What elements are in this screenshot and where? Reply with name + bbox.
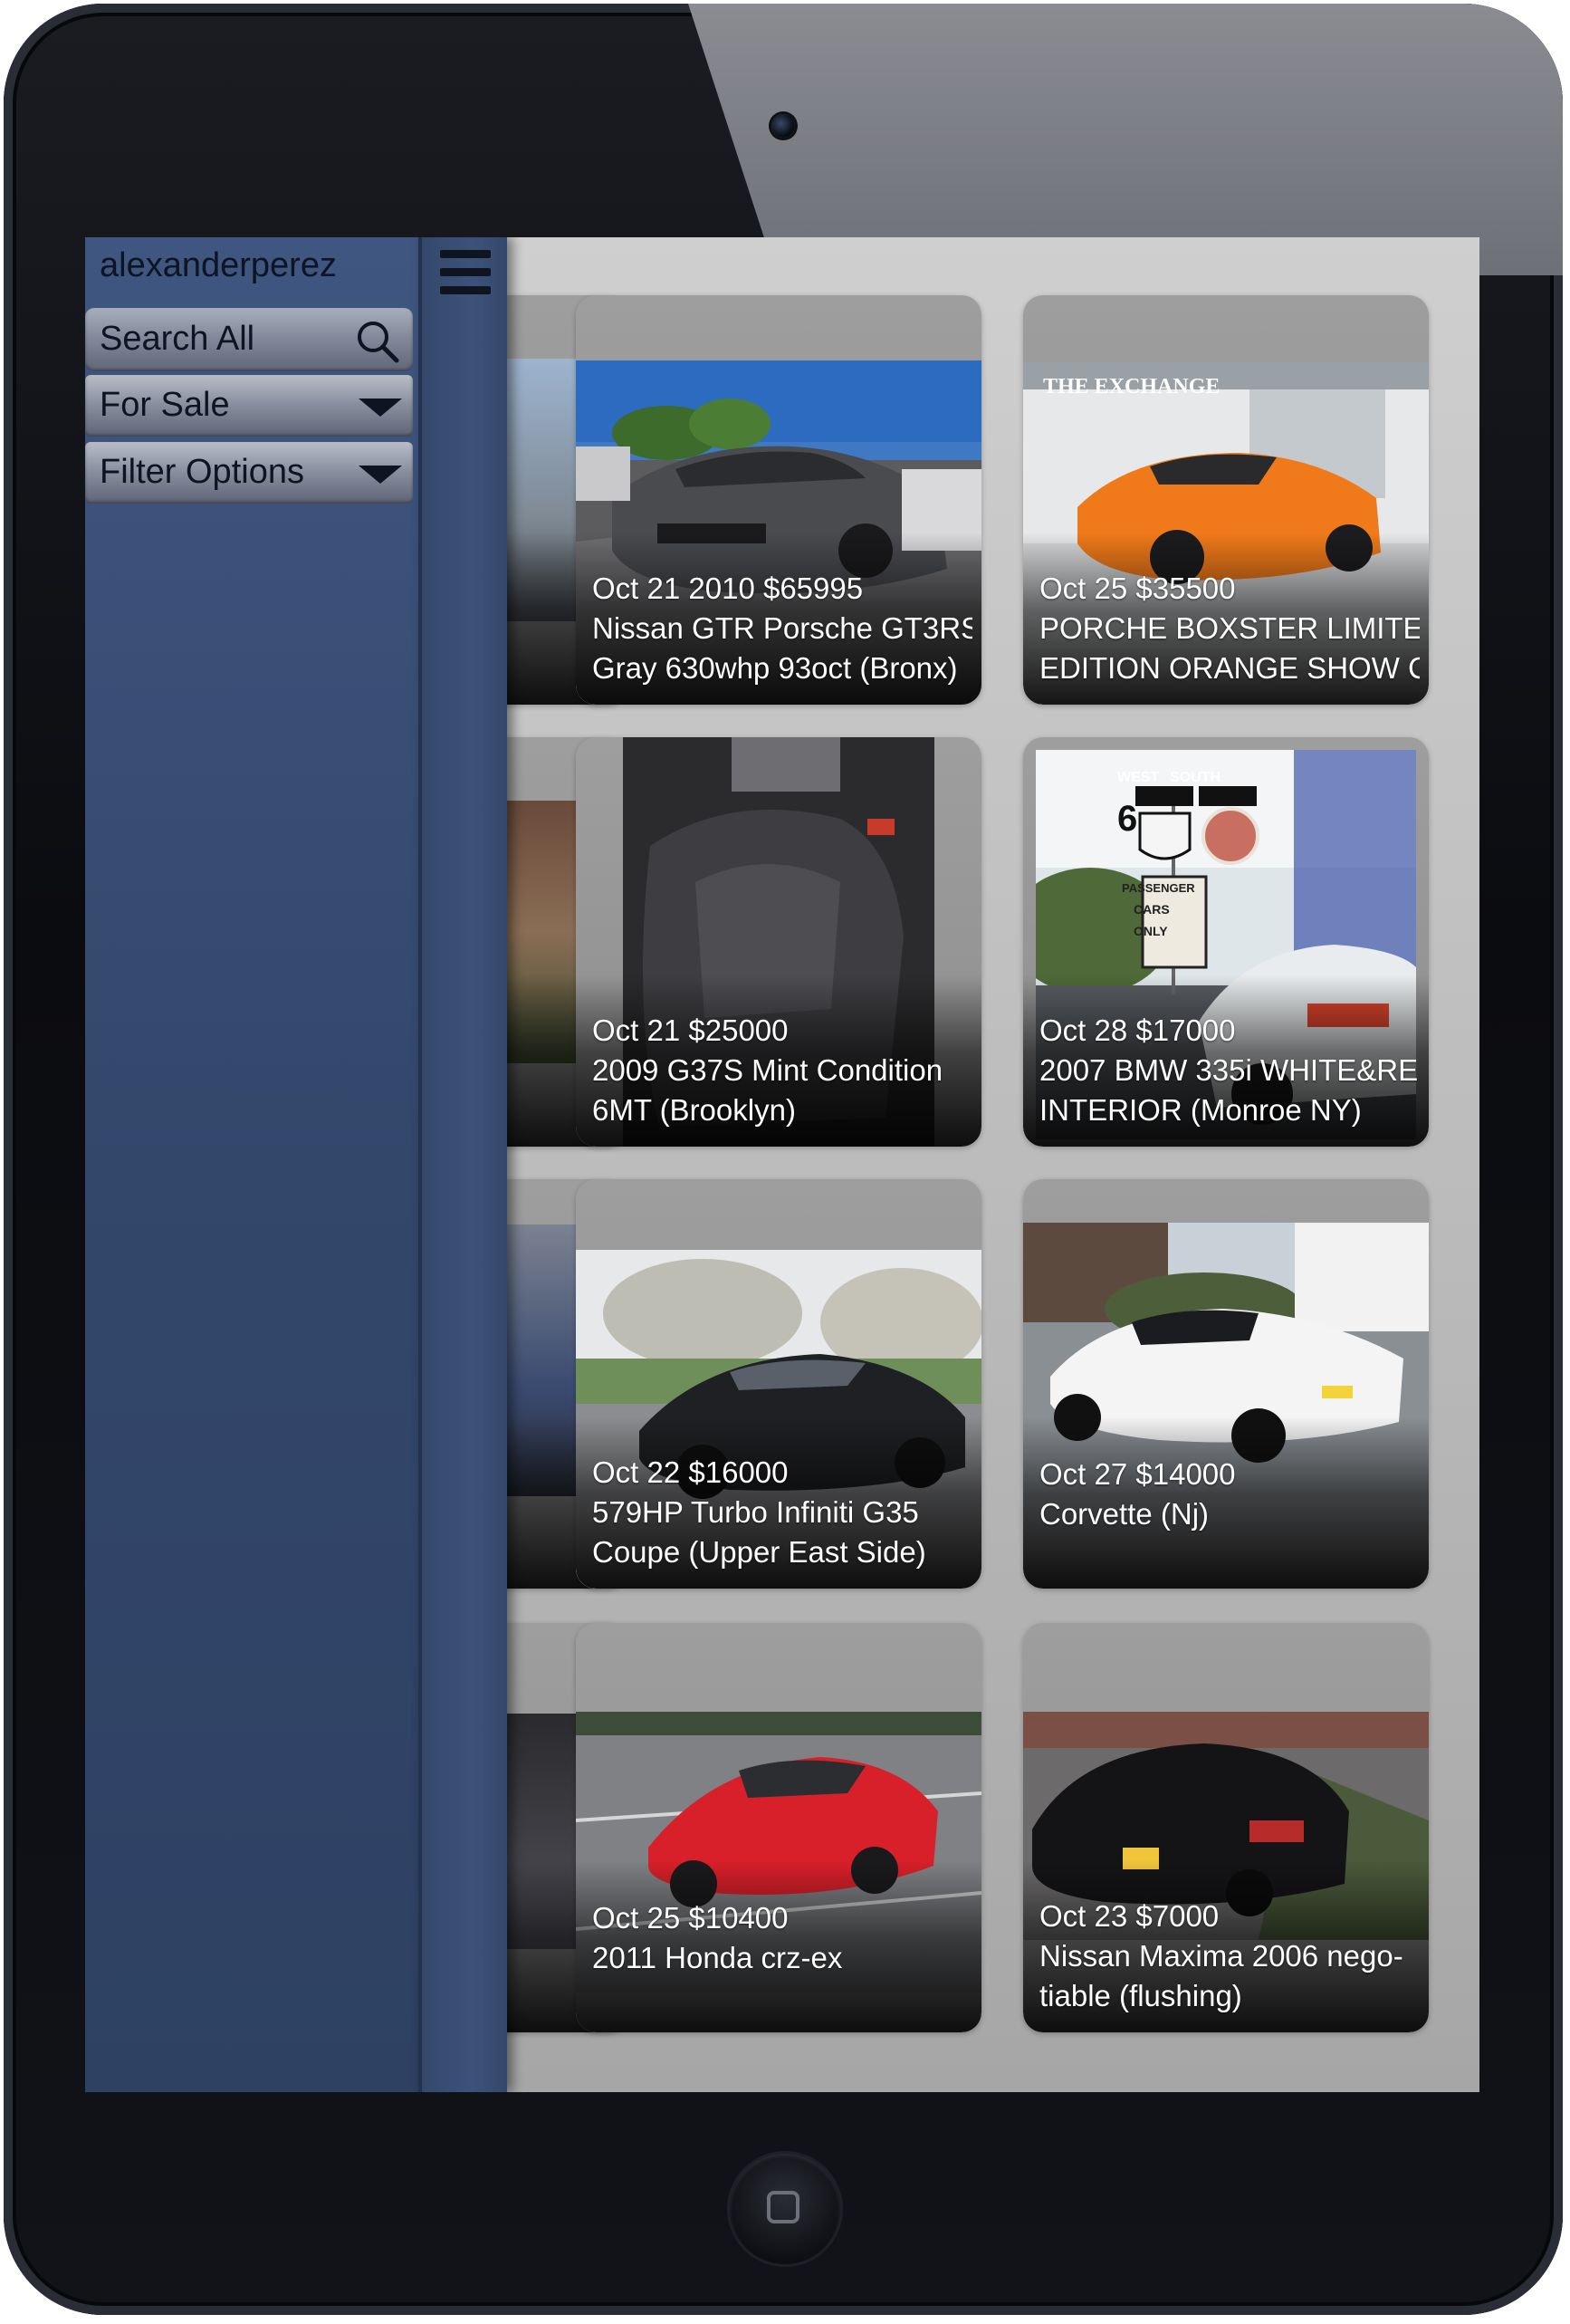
road-sign-text: WEST [1117,770,1160,785]
listing-title-line: 2011 Honda crz-ex [592,1941,843,1974]
listing-caption: Oct 28 $17000 2007 BMW 335i WHITE&RED IN… [1023,975,1429,1147]
listing-card[interactable]: Oct 21 2010 $65995 Nissan GTR Porsche GT… [576,295,981,705]
home-button-icon [767,2191,799,2223]
listing-date-price: Oct 25 $35500 [1039,571,1236,605]
listing-date-price: Oct 22 $16000 [592,1455,789,1489]
sidebar-panel: alexanderperez Search All For Sale Filte… [85,237,418,2092]
sidebar-toggle-strip[interactable] [418,237,507,2092]
listing-date-price: Oct 21 2010 $65995 [592,571,864,605]
listing-title-line: Gray 630whp 93oct (Bronx) [592,651,958,685]
listing-card[interactable]: THE EXCHANGE Oct 25 $35500 PORCHE BOXSTE… [1023,295,1429,705]
front-camera [771,114,795,138]
listing-card[interactable]: Oct 22 $16000 579HP Turbo Infiniti G35 C… [576,1179,981,1589]
listing-title-line: 579HP Turbo Infiniti G35 [592,1495,919,1529]
search-icon[interactable] [353,317,400,364]
for-sale-dropdown[interactable]: For Sale [85,375,413,437]
listing-title-line: Nissan GTR Porsche GT3RS [592,611,972,645]
listing-title-line: 6MT (Brooklyn) [592,1093,796,1127]
listing-caption: Oct 21 2010 $65995 Nissan GTR Porsche GT… [576,533,981,705]
listing-card[interactable]: Oct 23 $7000 Nissan Maxima 2006 nego- ti… [1023,1623,1429,2032]
listing-card[interactable]: Oct 27 $14000 Corvette (Nj) [1023,1179,1429,1589]
search-label: Search All [100,320,255,358]
listing-caption: Oct 27 $14000 Corvette (Nj) [1023,1416,1429,1589]
app-screen: s) E t) [85,237,1479,2092]
listing-date-price: Oct 25 $10400 [592,1901,789,1935]
listing-title-line: Corvette (Nj) [1039,1497,1210,1531]
listing-title-line: 2007 BMW 335i WHITE&RED [1039,1053,1420,1087]
road-sign-text: ONLY [1134,924,1168,938]
road-sign-text: CARS [1134,902,1170,917]
photo-sign-text: THE EXCHANGE [1043,375,1221,399]
listing-title-line: tiable (flushing) [1039,1979,1242,2012]
road-sign-text: PASSENGER [1122,881,1195,895]
listing-card[interactable]: Oct 21 $25000 2009 G37S Mint Condition 6… [576,737,981,1147]
listing-caption: Oct 22 $16000 579HP Turbo Infiniti G35 C… [576,1416,981,1589]
listing-title-line: Nissan Maxima 2006 nego- [1039,1939,1403,1973]
listing-caption: Oct 25 $10400 2011 Honda crz-ex [576,1860,981,2032]
dropdown-label: For Sale [100,386,230,424]
listing-date-price: Oct 21 $25000 [592,1013,789,1047]
listing-title-line: INTERIOR (Monroe NY) [1039,1093,1362,1127]
filter-options-dropdown[interactable]: Filter Options [85,442,413,504]
home-button[interactable] [730,2154,840,2264]
chevron-down-icon [359,399,402,417]
listing-card[interactable]: Oct 25 $10400 2011 Honda crz-ex [576,1623,981,2032]
listing-title-line: EDITION ORANGE SHOW CAR [1039,651,1420,685]
listing-title-line: PORCHE BOXSTER LIMITED [1039,611,1420,645]
road-sign-text: 6 [1117,799,1138,839]
listing-caption: Oct 25 $35500 PORCHE BOXSTER LIMITED EDI… [1023,533,1429,705]
dropdown-label: Filter Options [100,453,304,491]
username-label: alexanderperez [100,246,337,284]
listing-title-line: Coupe (Upper East Side) [592,1535,926,1569]
listing-date-price: Oct 27 $14000 [1039,1457,1236,1491]
tablet-device: s) E t) [0,0,1570,2324]
search-input[interactable]: Search All [85,308,413,371]
hamburger-menu-icon[interactable] [440,250,491,295]
listing-date-price: Oct 28 $17000 [1039,1013,1236,1047]
listing-caption: Oct 21 $25000 2009 G37S Mint Condition 6… [576,975,981,1147]
listing-date-price: Oct 23 $7000 [1039,1899,1220,1933]
road-sign-text: SOUTH [1170,770,1221,785]
listing-title-line: 2009 G37S Mint Condition [592,1053,943,1087]
chevron-down-icon [359,466,402,484]
listing-card[interactable]: WEST SOUTH 6 PASSENGER CARS ONLY Oct 28 … [1023,737,1429,1147]
listing-caption: Oct 23 $7000 Nissan Maxima 2006 nego- ti… [1023,1860,1429,2032]
